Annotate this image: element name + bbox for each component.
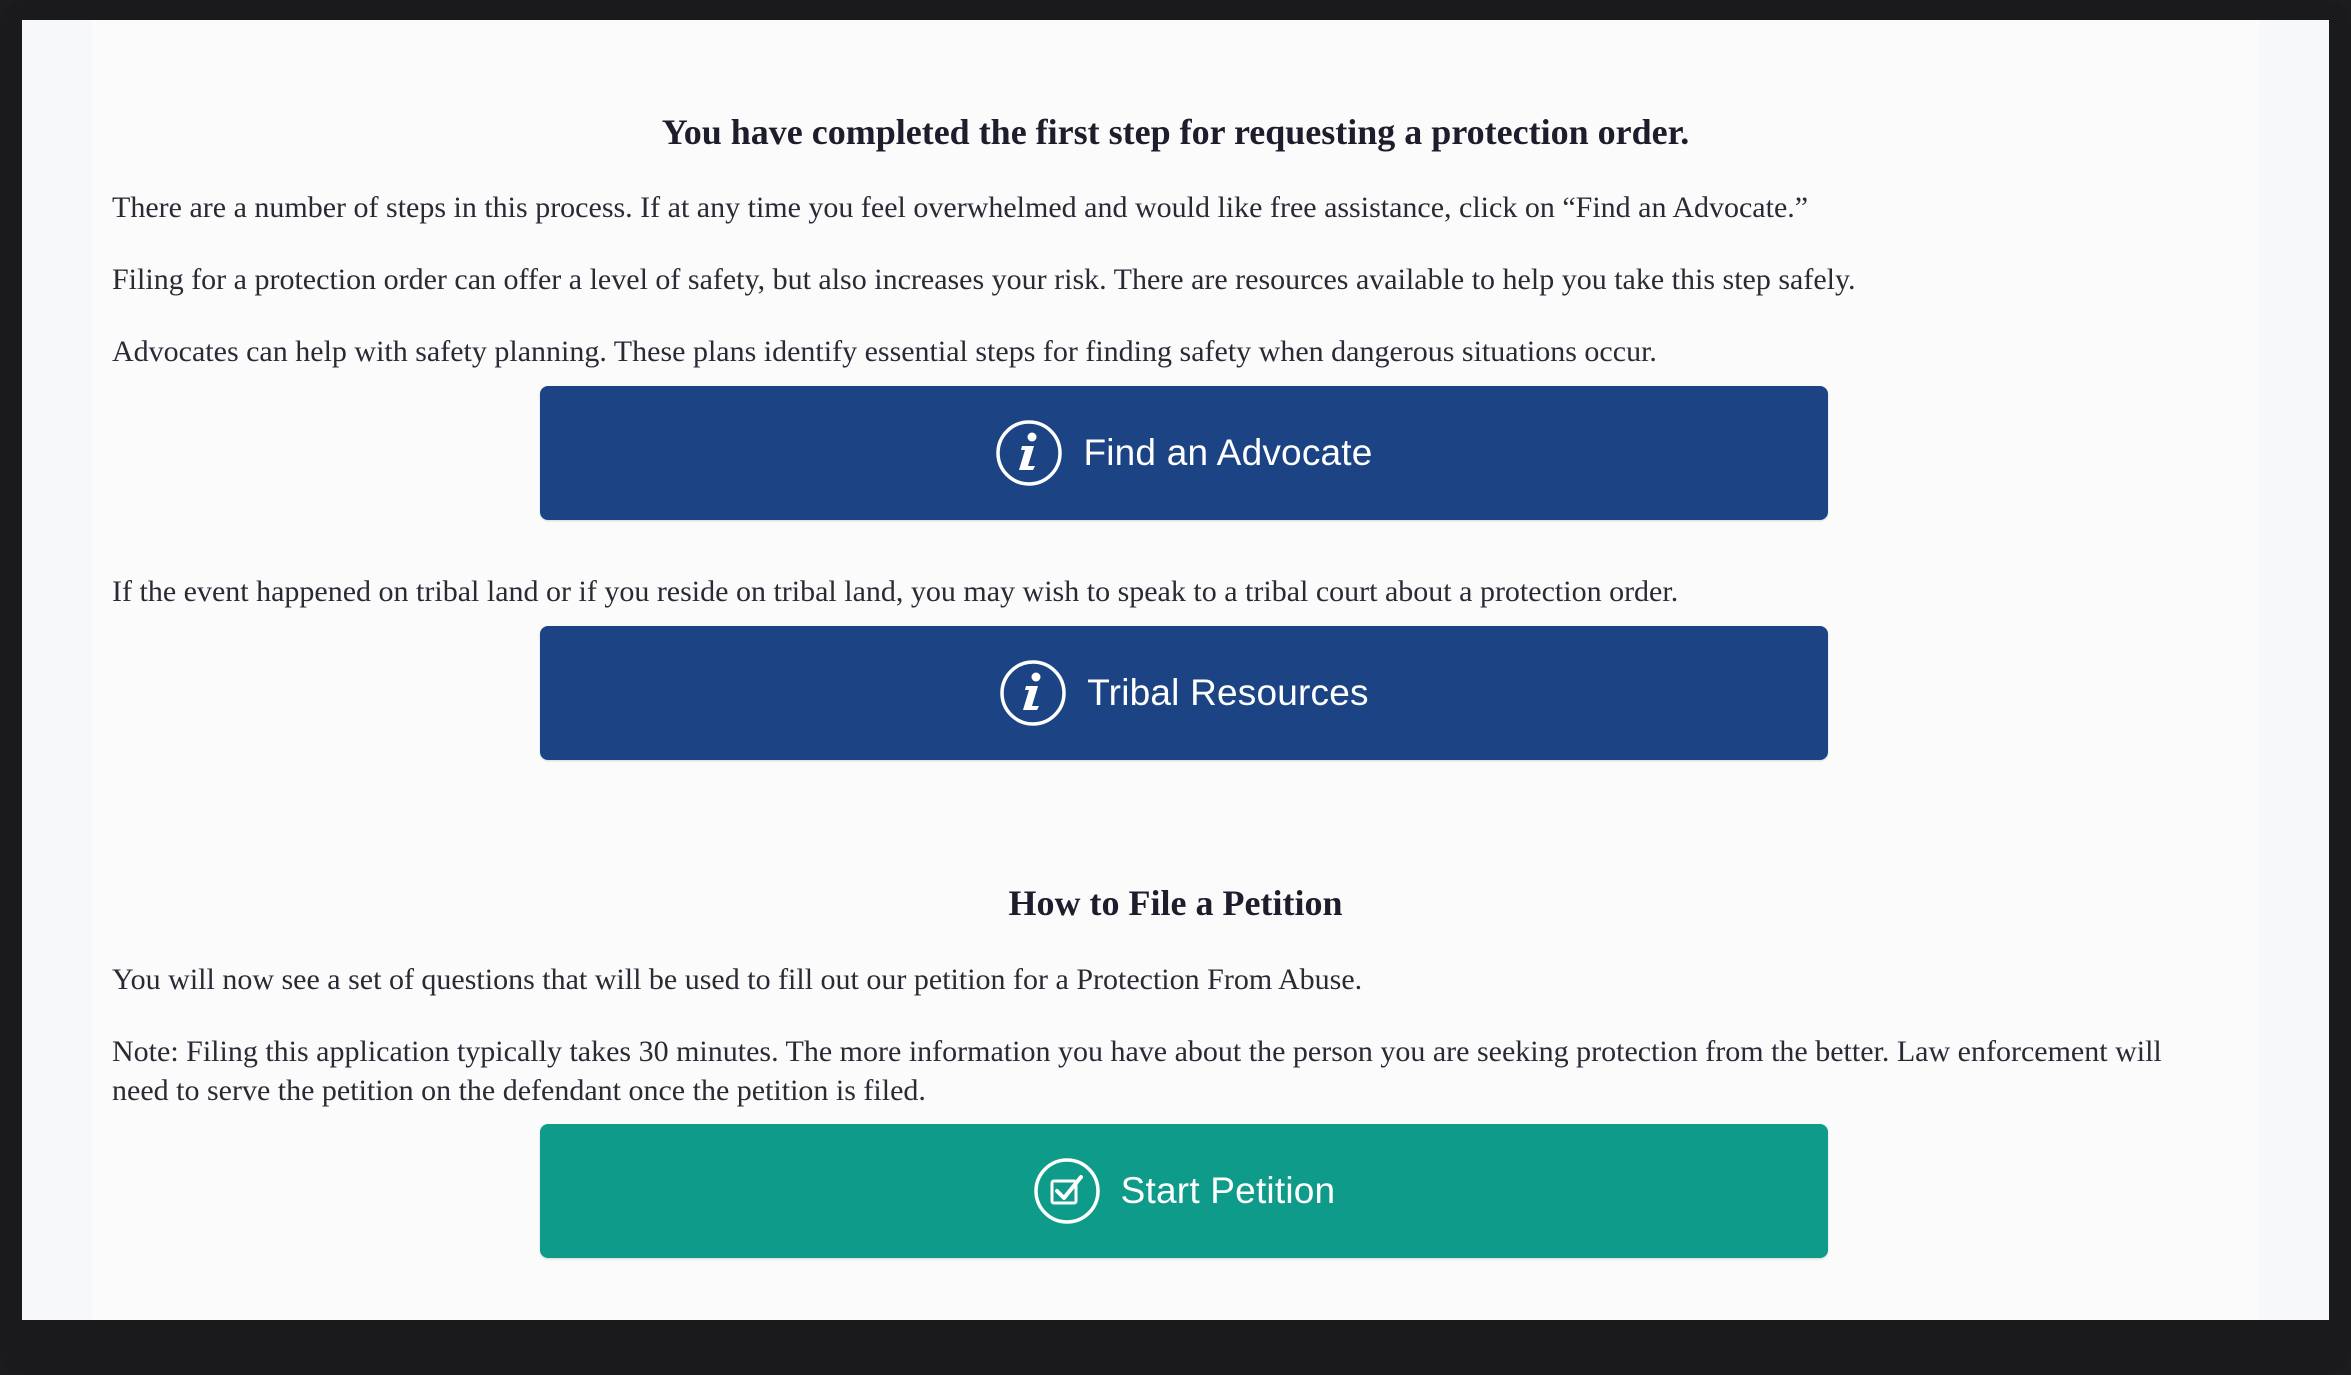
screen: You have completed the first step for re… <box>22 20 2329 1320</box>
tribal-land-paragraph: If the event happened on tribal land or … <box>112 575 1679 608</box>
petition-heading: How to File a Petition <box>1008 883 1343 923</box>
bottom-bezel <box>0 1320 2351 1375</box>
intro-paragraph-risk: Filing for a protection order can offer … <box>112 263 1856 296</box>
find-advocate-button[interactable]: Find an Advocate <box>540 386 1828 520</box>
info-icon <box>999 659 1067 727</box>
start-petition-label: Start Petition <box>1120 1170 1336 1211</box>
info-icon <box>995 419 1063 487</box>
start-petition-button[interactable]: Start Petition <box>540 1124 1828 1258</box>
page-title: You have completed the first step for re… <box>661 112 1690 152</box>
intro-paragraph-steps: There are a number of steps in this proc… <box>112 191 1809 224</box>
find-advocate-label: Find an Advocate <box>1083 432 1373 473</box>
tribal-resources-button[interactable]: Tribal Resources <box>540 626 1828 760</box>
petition-paragraph: You will now see a set of questions that… <box>112 963 1363 996</box>
device-frame: You have completed the first step for re… <box>0 0 2351 1375</box>
checkbox-icon <box>1033 1157 1101 1225</box>
intro-paragraph-advocates: Advocates can help with safety planning.… <box>112 335 1657 368</box>
note-paragraph: Note: Filing this application typically … <box>112 1035 2162 1107</box>
tribal-resources-label: Tribal Resources <box>1087 672 1369 713</box>
page-content: You have completed the first step for re… <box>92 20 2259 1320</box>
